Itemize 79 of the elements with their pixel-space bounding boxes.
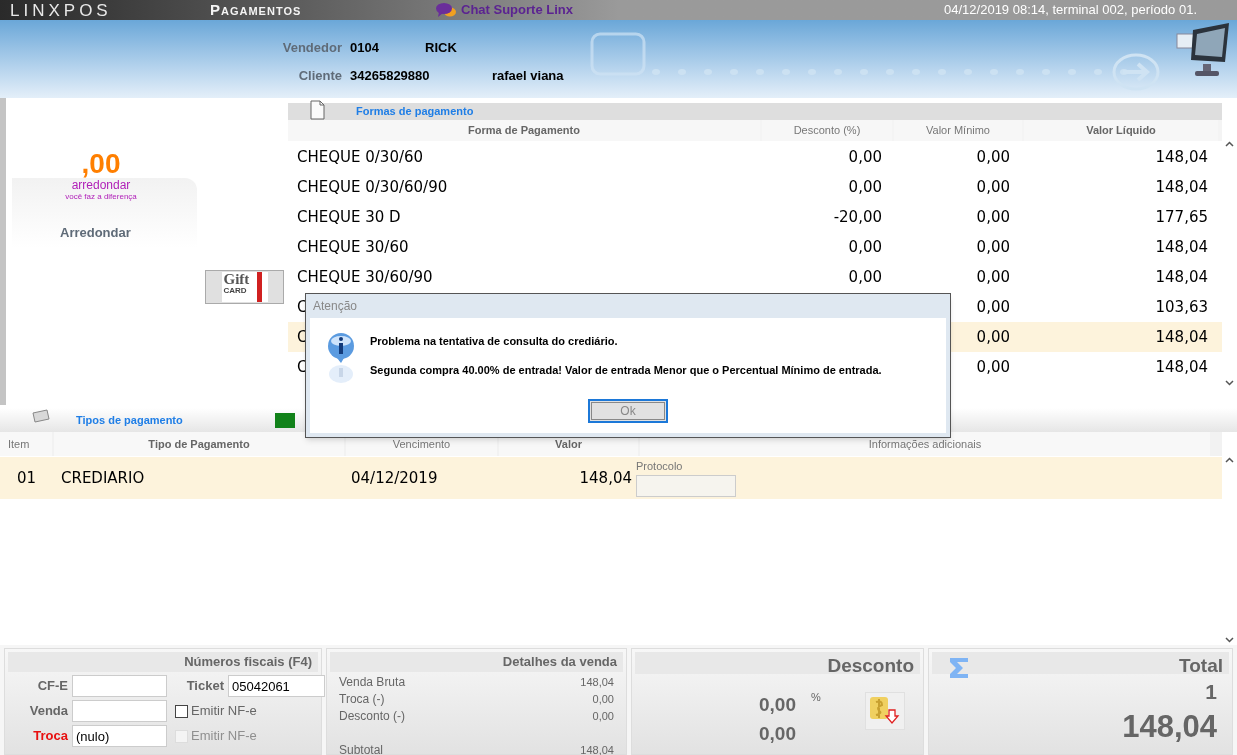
field-label: Venda <box>28 702 68 721</box>
summary-label: Subtotal <box>339 741 384 755</box>
gift-card-button[interactable]: Gift CARD <box>205 270 284 304</box>
table-cell-text: 0,00 <box>975 146 1011 168</box>
panel-title: Detalhes da venda <box>330 652 623 672</box>
table-cell-text: 0,00 <box>975 236 1011 258</box>
summary-value: 0,00 <box>592 692 614 707</box>
field-label: Troca <box>32 727 68 746</box>
rounding-brand: arredondar <box>71 178 131 192</box>
total-amount: 148,04 <box>1122 707 1217 746</box>
table-cell-text: CHEQUE 30/60 <box>296 236 410 258</box>
rounding-button[interactable]: Arredondar <box>56 223 135 243</box>
summary-label: Desconto (-) <box>339 707 406 725</box>
seller-label: Vendedor <box>281 39 343 58</box>
field-label: Protocolo <box>636 459 684 474</box>
table-cell-text: 177,65 <box>1154 206 1209 228</box>
session-info: 04/12/2019 08:14, terminal 002, período 01. <box>944 1 1197 20</box>
table-cell-text: 148,04 <box>1154 146 1209 168</box>
table-cell-text: 04/12/2019 <box>350 467 439 489</box>
table-cell-text: CHEQUE 0/30/60/90 <box>296 176 449 198</box>
summary-value: 148,04 <box>580 743 614 755</box>
rounding-amount: ,00 <box>81 150 121 178</box>
rounding-tagline: você faz a diferença <box>65 192 137 201</box>
table-cell-text: 0,00 <box>847 236 883 258</box>
panel-title: Total <box>932 652 1229 674</box>
summary-value: 0,00 <box>592 709 614 724</box>
seller-code: 0104 <box>350 39 380 58</box>
client-name: rafael viana <box>492 67 564 86</box>
message-text: Problema na tentativa de consulta do crediário. <box>370 334 619 349</box>
summary-value: 148,04 <box>580 675 614 690</box>
section-title: Formas de pagamento <box>356 104 474 120</box>
field-label: Ticket <box>185 677 224 696</box>
app-logo: LINXPOS <box>9 1 113 19</box>
selected-row[interactable]: 01 CREDIARIO 04/12/2019 148,04 Protocolo <box>0 457 1222 499</box>
field-label: CF-E <box>36 677 68 696</box>
panel-title: Números fiscais (F4) <box>8 652 318 672</box>
table-cell-text: 0,00 <box>975 266 1011 288</box>
checkbox[interactable]: Emitir NF-e <box>171 701 325 721</box>
seller-name: RICK <box>425 39 457 58</box>
table-cell-text: -20,00 <box>832 206 883 228</box>
table-cell-text: CHEQUE 30/60/90 <box>296 266 434 288</box>
table-cell-text: 0,00 <box>975 356 1011 378</box>
table-cell-text: CHEQUE 0/30/60 <box>296 146 425 168</box>
table-cell-text: CHEQUE 30 D <box>296 206 402 228</box>
discount-percent: 0,00 <box>759 693 796 717</box>
table-cell-text: 148,04 <box>1154 266 1209 288</box>
section-title: Tipos de pagamento <box>76 412 183 428</box>
table-cell-text: 0,00 <box>975 206 1011 228</box>
summary-label: Troca (-) <box>339 690 385 708</box>
table-cell-text: 0,00 <box>847 146 883 168</box>
input-field[interactable]: (nulo) <box>72 725 167 747</box>
discount-amount: 0,00 <box>759 722 796 746</box>
input-field[interactable]: 05042061 <box>228 675 325 697</box>
table-cell-text: CREDIARIO <box>60 467 146 489</box>
ok-button[interactable]: Ok <box>588 399 668 423</box>
table-cell-text: 0,00 <box>975 296 1011 318</box>
column-header[interactable]: Item <box>0 432 52 456</box>
percent-sign: % <box>811 690 821 705</box>
client-label: Cliente <box>297 67 343 86</box>
table-cell-text: 0,00 <box>975 176 1011 198</box>
table-cell-text: 148,04 <box>1154 236 1209 258</box>
table-cell-text: 01 <box>16 467 38 489</box>
table-cell-text: 148,04 <box>1154 356 1209 378</box>
client-code: 34265829880 <box>350 67 431 86</box>
chat-link[interactable]: Chat Suporte Linx <box>435 0 573 20</box>
summary-label: Venda Bruta <box>339 673 406 691</box>
dialog-title: Atenção <box>312 298 359 315</box>
table-cell-text: 148,04 <box>578 467 632 489</box>
column-header[interactable]: Tipo de Pagamento <box>54 432 344 456</box>
panel-title: Desconto <box>635 652 920 674</box>
table-cell-text: 0,00 <box>975 326 1011 348</box>
item-count: 1 <box>1205 679 1217 705</box>
message-text: Segunda compra 40.00% de entrada! Valor de entrada Menor que o Percentual Mínimo de entrada. <box>370 362 882 378</box>
table-cell-text: 103,63 <box>1154 296 1209 318</box>
table-cell-text: 148,04 <box>1154 326 1209 348</box>
table-cell-text: 148,04 <box>1154 176 1209 198</box>
screen-title: Pagamentos <box>210 0 303 20</box>
table-cell-text: 0,00 <box>847 176 883 198</box>
table-cell-text: 0,00 <box>847 266 883 288</box>
